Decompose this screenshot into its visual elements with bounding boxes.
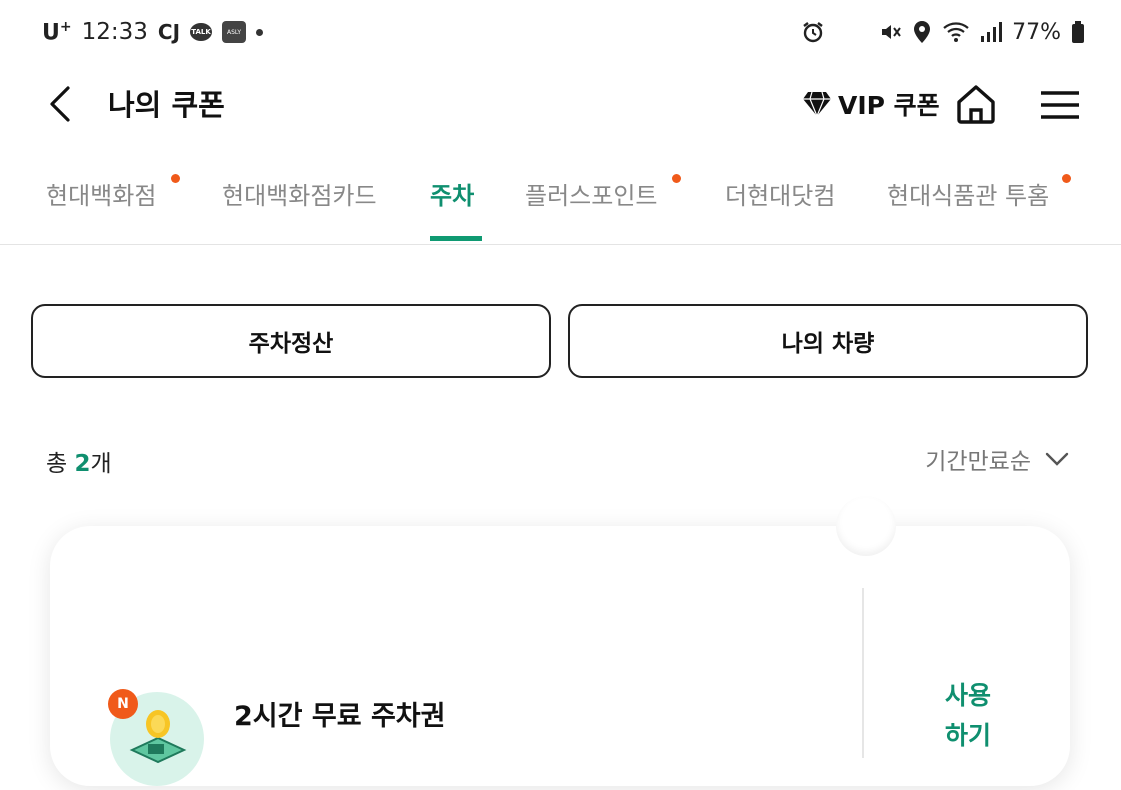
battery-icon	[1072, 21, 1084, 43]
tab-hyundai-food-tohome[interactable]: 현대식품관 투홈	[887, 176, 1049, 211]
category-tabs: 현대백화점 현대백화점카드 주차 플러스포인트 더현대닷컴 현대식품관 투홈	[0, 150, 1121, 245]
diamond-icon	[803, 91, 831, 117]
use-coupon-button[interactable]: 사용 하기	[940, 676, 996, 756]
location-icon	[914, 21, 931, 43]
sort-dropdown[interactable]: 기간만료순	[925, 442, 1069, 476]
chevron-down-icon	[1045, 452, 1069, 466]
active-tab-indicator	[430, 236, 482, 241]
clock: 12:33	[81, 19, 148, 45]
ticket-notch	[836, 496, 896, 556]
tab-plus-point[interactable]: 플러스포인트	[525, 176, 657, 211]
vip-coupon-label: VIP 쿠폰	[838, 91, 940, 120]
parking-payment-button[interactable]: 주차정산	[31, 304, 551, 378]
status-bar: U+ 12:33 CJ TALK ASLY 77%	[0, 0, 1121, 64]
tab-new-dot	[1062, 174, 1071, 183]
my-vehicle-button[interactable]: 나의 차량	[568, 304, 1088, 378]
app-header: 나의 쿠폰 VIP 쿠폰	[0, 68, 1121, 140]
tab-parking[interactable]: 주차	[430, 176, 474, 211]
back-arrow-icon[interactable]	[44, 84, 78, 124]
sort-label: 기간만료순	[925, 449, 1031, 475]
tab-thehyundai-com[interactable]: 더현대닷컴	[725, 176, 835, 211]
vip-coupon-button[interactable]: VIP 쿠폰	[802, 86, 940, 122]
ably-app-icon: ASLY	[222, 21, 247, 43]
carrier-label: U+	[42, 18, 72, 46]
tab-hyundai-department-store[interactable]: 현대백화점	[46, 176, 156, 211]
new-badge: N	[108, 689, 138, 719]
alarm-icon	[803, 22, 823, 43]
battery-percent: 77%	[1012, 19, 1061, 45]
tab-new-dot	[171, 174, 180, 183]
coupon-title: 2시간 무료 주차권	[234, 701, 446, 732]
coupon-count-number: 2	[74, 451, 91, 477]
cj-app-icon: CJ	[157, 20, 181, 44]
wifi-icon	[943, 22, 969, 42]
hamburger-menu-icon[interactable]	[1040, 90, 1080, 120]
coupon-count: 총 2개	[46, 451, 112, 477]
mute-icon	[882, 25, 901, 39]
page-title: 나의 쿠폰	[108, 88, 225, 122]
more-notifications-icon	[256, 28, 264, 36]
kakaotalk-icon: TALK	[190, 23, 213, 41]
tab-hyundai-card[interactable]: 현대백화점카드	[222, 176, 377, 211]
home-icon[interactable]	[954, 82, 998, 126]
tab-new-dot	[672, 174, 681, 183]
signal-icon	[981, 22, 1003, 42]
ticket-divider	[862, 588, 864, 758]
